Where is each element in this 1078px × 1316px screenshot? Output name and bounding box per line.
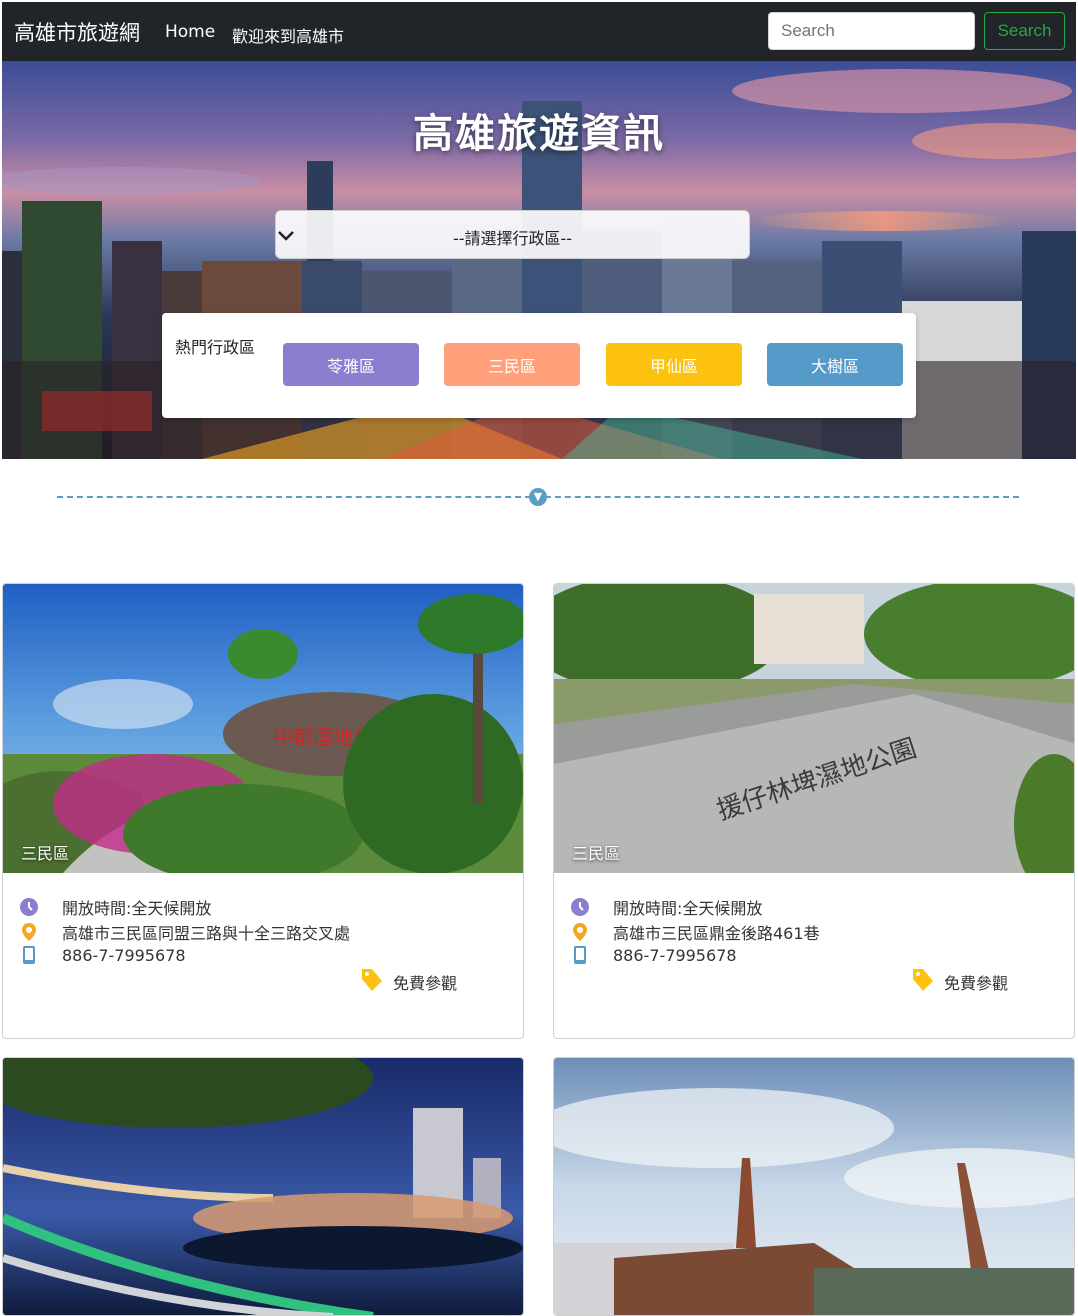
search-input[interactable] — [768, 12, 975, 50]
map-pin-icon — [570, 922, 590, 942]
address: 高雄市三民區鼎金後路461巷 — [570, 920, 820, 944]
clock-icon — [19, 897, 39, 917]
district-button-sanmin[interactable]: 三民區 — [444, 343, 580, 386]
hero-banner: 高雄旅遊資訊 --請選擇行政區-- 熱門行政區 苓雅區 三民區 甲仙區 大樹區 — [2, 61, 1076, 459]
phone-text: 886-7-7995678 — [62, 945, 186, 965]
phone: 886-7-7995678 — [19, 945, 186, 965]
phone-text: 886-7-7995678 — [613, 945, 737, 965]
price-tag-icon — [361, 968, 383, 996]
attraction-image: 援仔林埤濕地公園 三民區 — [554, 584, 1074, 873]
opening-hours: 開放時間:全天候開放 — [570, 895, 762, 919]
opening-hours-text: 開放時間:全天候開放 — [613, 899, 763, 918]
attraction-card[interactable]: 中都溼地公園 三民區 開放時間:全天候開放 高雄市三民區同盟三路與十全三路交叉處… — [2, 583, 524, 1039]
address: 高雄市三民區同盟三路與十全三路交叉處 — [19, 920, 350, 944]
card-zone-label: 三民區 — [572, 844, 621, 863]
district-select-value: --請選擇行政區-- — [452, 229, 573, 248]
attraction-card[interactable] — [2, 1057, 524, 1316]
map-pin-icon — [19, 922, 39, 942]
section-divider: ▼ — [57, 486, 1019, 508]
popular-districts-panel: 熱門行政區 苓雅區 三民區 甲仙區 大樹區 — [162, 313, 916, 418]
nav-welcome-text: 歡迎來到高雄市 — [232, 27, 345, 46]
attraction-image — [554, 1058, 1074, 1315]
phone: 886-7-7995678 — [570, 945, 737, 965]
search-button[interactable]: Search — [984, 12, 1065, 50]
ticket-text: 免費參觀 — [393, 974, 458, 993]
popular-districts-label: 熱門行政區 — [175, 338, 256, 357]
opening-hours-text: 開放時間:全天候開放 — [62, 899, 212, 918]
phone-icon — [570, 945, 590, 965]
price-tag-icon — [912, 968, 934, 996]
opening-hours: 開放時間:全天候開放 — [19, 895, 211, 919]
address-text: 高雄市三民區同盟三路與十全三路交叉處 — [62, 924, 351, 943]
card-zone-label: 三民區 — [21, 844, 70, 863]
attraction-image: 中都溼地公園 三民區 — [3, 584, 523, 873]
attraction-image — [3, 1058, 523, 1315]
attraction-card[interactable] — [553, 1057, 1075, 1316]
river-night-photo — [3, 1058, 523, 1315]
ticket-info: 免費參觀 — [361, 968, 457, 996]
park-photo: 中都溼地公園 — [3, 584, 523, 873]
ticket-text: 免費參觀 — [944, 974, 1009, 993]
site-brand[interactable]: 高雄市旅遊網 — [14, 17, 140, 47]
address-text: 高雄市三民區鼎金後路461巷 — [613, 924, 820, 943]
chevron-down-icon — [278, 231, 294, 241]
arrow-down-icon[interactable]: ▼ — [529, 488, 547, 506]
nav-home-link[interactable]: Home — [165, 22, 215, 42]
district-button-jiasian[interactable]: 甲仙區 — [606, 343, 742, 386]
hero-title: 高雄旅遊資訊 — [413, 111, 665, 157]
navbar: 高雄市旅遊網 Home 歡迎來到高雄市 Search — [2, 2, 1076, 61]
brick-kiln-photo — [554, 1058, 1074, 1315]
district-button-dashu[interactable]: 大樹區 — [767, 343, 903, 386]
district-select[interactable]: --請選擇行政區-- — [275, 210, 750, 259]
phone-icon — [19, 945, 39, 965]
clock-icon — [570, 897, 590, 917]
attraction-card[interactable]: 援仔林埤濕地公園 三民區 開放時間:全天候開放 高雄市三民區鼎金後路461巷 8… — [553, 583, 1075, 1039]
ticket-info: 免費參觀 — [912, 968, 1008, 996]
district-button-lingya[interactable]: 苓雅區 — [283, 343, 419, 386]
park-photo: 援仔林埤濕地公園 — [554, 584, 1074, 873]
